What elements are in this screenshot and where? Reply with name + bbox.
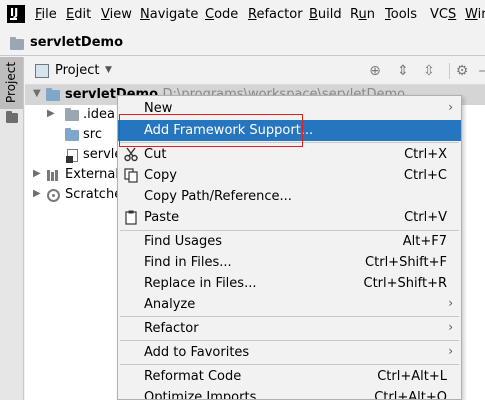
menu-item-replace-in-files[interactable]: Replace in Files... Ctrl+Shift+R xyxy=(118,273,461,294)
intellij-logo-icon: IJ xyxy=(7,5,25,23)
menu-item-label: Add Framework Support... xyxy=(144,123,314,138)
tool-tab-project-label: Project xyxy=(4,61,18,103)
menu-item-refactor[interactable]: Refactor › xyxy=(118,318,461,339)
menu-refactor[interactable]: Refactor xyxy=(248,7,303,22)
structure-folder-icon[interactable] xyxy=(6,111,18,123)
main-menu-bar: IJ File Edit View Navigate Code Refactor… xyxy=(0,0,485,30)
menu-file[interactable]: File xyxy=(35,7,57,22)
tool-tab-project[interactable]: Project xyxy=(0,57,23,109)
menu-view[interactable]: View xyxy=(101,7,132,22)
menu-item-shortcut: Ctrl+X xyxy=(404,147,447,162)
expand-chevron-icon[interactable]: ▼ xyxy=(33,88,41,99)
copy-icon xyxy=(124,168,138,183)
tree-node-label: .idea xyxy=(83,107,115,122)
menu-item-reformat-code[interactable]: Reformat Code Ctrl+Alt+L xyxy=(118,366,461,387)
menu-item-shortcut: Ctrl+V xyxy=(404,210,447,225)
menu-separator xyxy=(120,142,459,143)
submenu-arrow-icon: › xyxy=(448,296,453,310)
menu-item-label: New xyxy=(144,101,173,116)
collapse-chevron-icon[interactable]: ▶ xyxy=(47,108,55,119)
menu-item-find-in-files[interactable]: Find in Files... Ctrl+Shift+F xyxy=(118,252,461,273)
menu-item-copy-path[interactable]: Copy Path/Reference... xyxy=(118,186,461,207)
menu-separator xyxy=(120,340,459,341)
source-folder-icon xyxy=(65,128,79,141)
paste-icon xyxy=(125,210,137,225)
left-tool-strip: Project xyxy=(0,57,24,400)
project-view-label[interactable]: Project xyxy=(55,63,99,78)
menu-item-label: Copy Path/Reference... xyxy=(144,189,292,204)
library-icon xyxy=(47,170,61,181)
project-panel-header: Project ▼ ⊕ ⇕ ⇳ ⚙ – xyxy=(25,57,485,85)
menu-separator xyxy=(120,316,459,317)
menu-item-add-framework-support[interactable]: Add Framework Support... xyxy=(118,120,461,141)
header-divider xyxy=(449,63,450,79)
navigation-bar: servletDemo xyxy=(0,30,485,56)
menu-code[interactable]: Code xyxy=(205,7,238,22)
scratches-icon xyxy=(47,189,60,202)
menu-item-label: Optimize Imports xyxy=(144,390,257,400)
locate-icon[interactable]: ⊕ xyxy=(366,62,384,80)
menu-item-find-usages[interactable]: Find Usages Alt+F7 xyxy=(118,231,461,252)
menu-item-paste[interactable]: Paste Ctrl+V xyxy=(118,207,461,228)
menu-item-label: Add to Favorites xyxy=(144,345,250,360)
menu-navigate[interactable]: Navigate xyxy=(140,7,198,22)
menu-item-new[interactable]: New › xyxy=(118,98,461,119)
module-file-icon xyxy=(66,149,78,163)
submenu-arrow-icon: › xyxy=(448,100,453,114)
gear-icon[interactable]: ⚙ xyxy=(453,62,471,80)
caret-down-icon[interactable]: ▼ xyxy=(105,65,112,75)
collapse-chevron-icon[interactable]: ▶ xyxy=(33,188,41,199)
menu-item-analyze[interactable]: Analyze › xyxy=(118,294,461,315)
menu-item-shortcut: Alt+F7 xyxy=(402,234,447,249)
menu-tools[interactable]: Tools xyxy=(385,7,417,22)
menu-item-label: Copy xyxy=(144,168,177,183)
menu-item-label: Paste xyxy=(144,210,180,225)
project-folder-icon xyxy=(10,37,24,50)
menu-item-add-to-favorites[interactable]: Add to Favorites › xyxy=(118,342,461,363)
breadcrumb-project[interactable]: servletDemo xyxy=(30,35,123,50)
menu-build[interactable]: Build xyxy=(309,7,342,22)
menu-run[interactable]: Run xyxy=(350,7,375,22)
menu-item-cut[interactable]: Cut Ctrl+X xyxy=(118,144,461,165)
menu-item-label: Find Usages xyxy=(144,234,223,249)
context-menu: New › Add Framework Support... Cut Ctrl+… xyxy=(117,95,462,400)
module-folder-icon xyxy=(46,88,60,101)
menu-vcs[interactable]: VCS xyxy=(430,7,456,22)
menu-edit[interactable]: Edit xyxy=(66,7,91,22)
collapse-all-icon[interactable]: ⇳ xyxy=(420,62,438,80)
menu-item-label: Reformat Code xyxy=(144,369,242,384)
menu-item-label: Replace in Files... xyxy=(144,276,257,291)
menu-item-shortcut: Ctrl+Shift+F xyxy=(365,255,447,270)
menu-separator xyxy=(120,364,459,365)
project-view-icon xyxy=(35,64,49,78)
menu-item-shortcut: Ctrl+C xyxy=(403,168,447,183)
submenu-arrow-icon: › xyxy=(448,344,453,358)
hide-panel-icon[interactable]: – xyxy=(473,62,485,80)
menu-item-shortcut: Ctrl+Alt+O xyxy=(374,390,447,400)
menu-item-shortcut: Ctrl+Shift+R xyxy=(363,276,448,291)
tree-node-label: src xyxy=(83,127,102,142)
menu-item-label: Find in Files... xyxy=(144,255,232,270)
submenu-arrow-icon: › xyxy=(448,320,453,334)
expand-all-icon[interactable]: ⇕ xyxy=(394,62,412,80)
collapse-chevron-icon[interactable]: ▶ xyxy=(33,168,41,179)
menu-item-shortcut: Ctrl+Alt+L xyxy=(377,369,447,384)
menu-item-label: Refactor xyxy=(144,321,199,336)
menu-window[interactable]: Win xyxy=(465,7,485,22)
folder-icon xyxy=(65,108,79,121)
menu-item-label: Cut xyxy=(144,147,167,162)
menu-item-label: Analyze xyxy=(144,297,196,312)
scissors-icon xyxy=(124,147,138,162)
menu-item-optimize-imports[interactable]: Optimize Imports Ctrl+Alt+O xyxy=(118,387,461,400)
menu-item-copy[interactable]: Copy Ctrl+C xyxy=(118,165,461,186)
